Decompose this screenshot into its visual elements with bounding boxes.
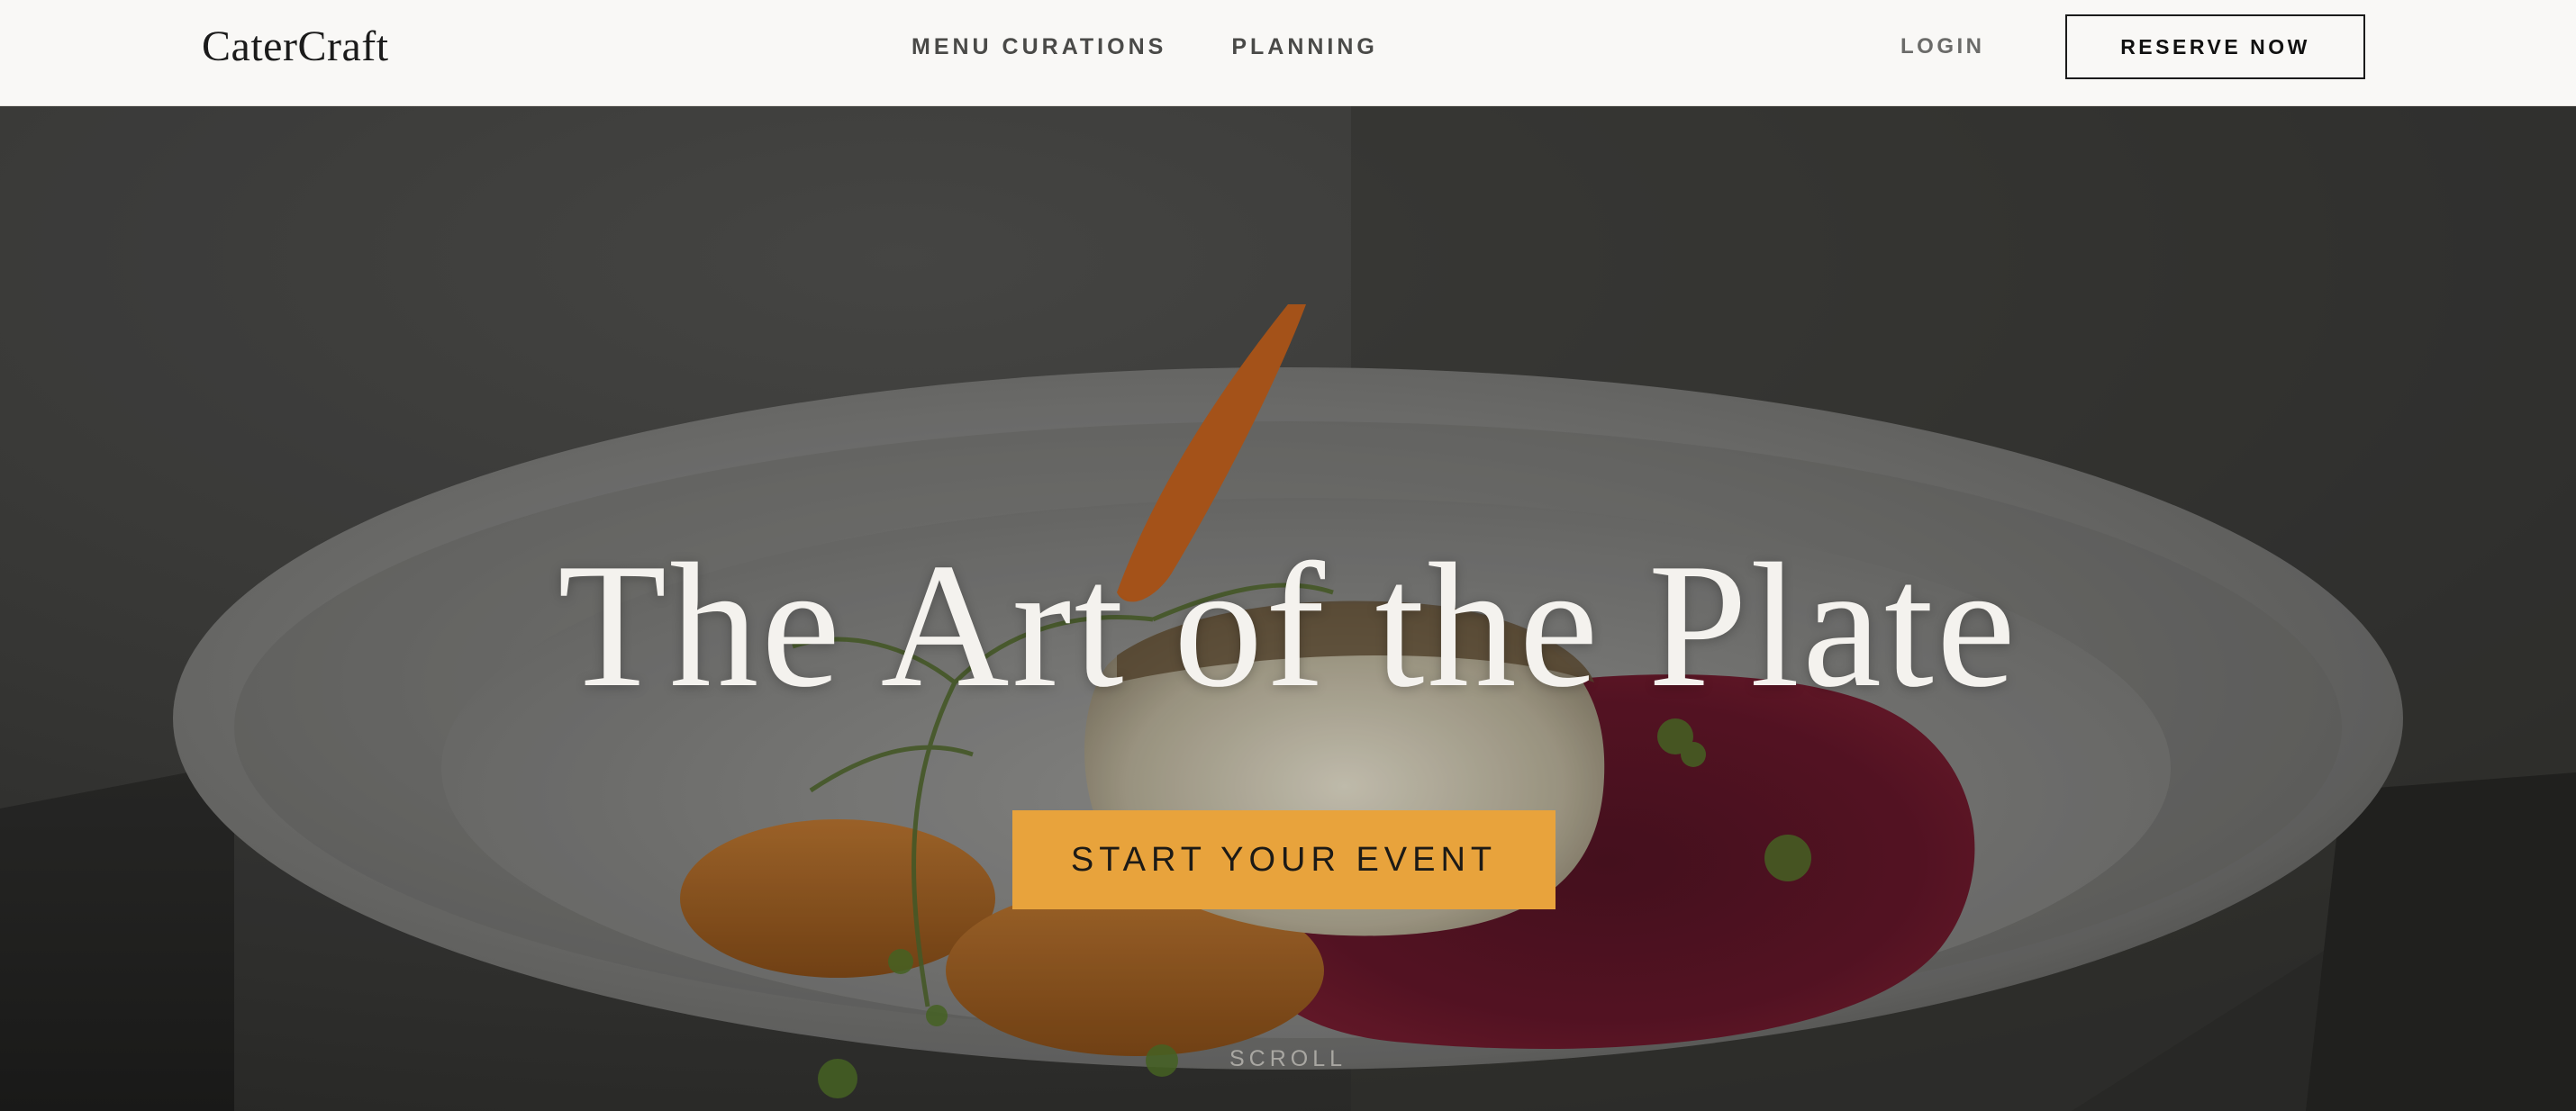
hero-section: The Art of the Plate START YOUR EVENT SC…	[0, 106, 2576, 1111]
start-your-event-button[interactable]: START YOUR EVENT	[1012, 810, 1556, 909]
brand-logo[interactable]: CaterCraft	[202, 20, 389, 74]
scroll-indicator[interactable]: SCROLL	[0, 1046, 2576, 1072]
nav-link-menu-curations[interactable]: MENU CURATIONS	[912, 34, 1166, 60]
login-link[interactable]: LOGIN	[1900, 0, 1985, 94]
hero-title: The Art of the Plate	[558, 527, 2018, 724]
reserve-now-button[interactable]: RESERVE NOW	[2065, 14, 2365, 79]
primary-nav: MENU CURATIONS PLANNING	[912, 0, 1443, 94]
nav-link-planning[interactable]: PLANNING	[1231, 34, 1378, 60]
top-navbar: CaterCraft MENU CURATIONS PLANNING LOGIN…	[0, 0, 2576, 106]
